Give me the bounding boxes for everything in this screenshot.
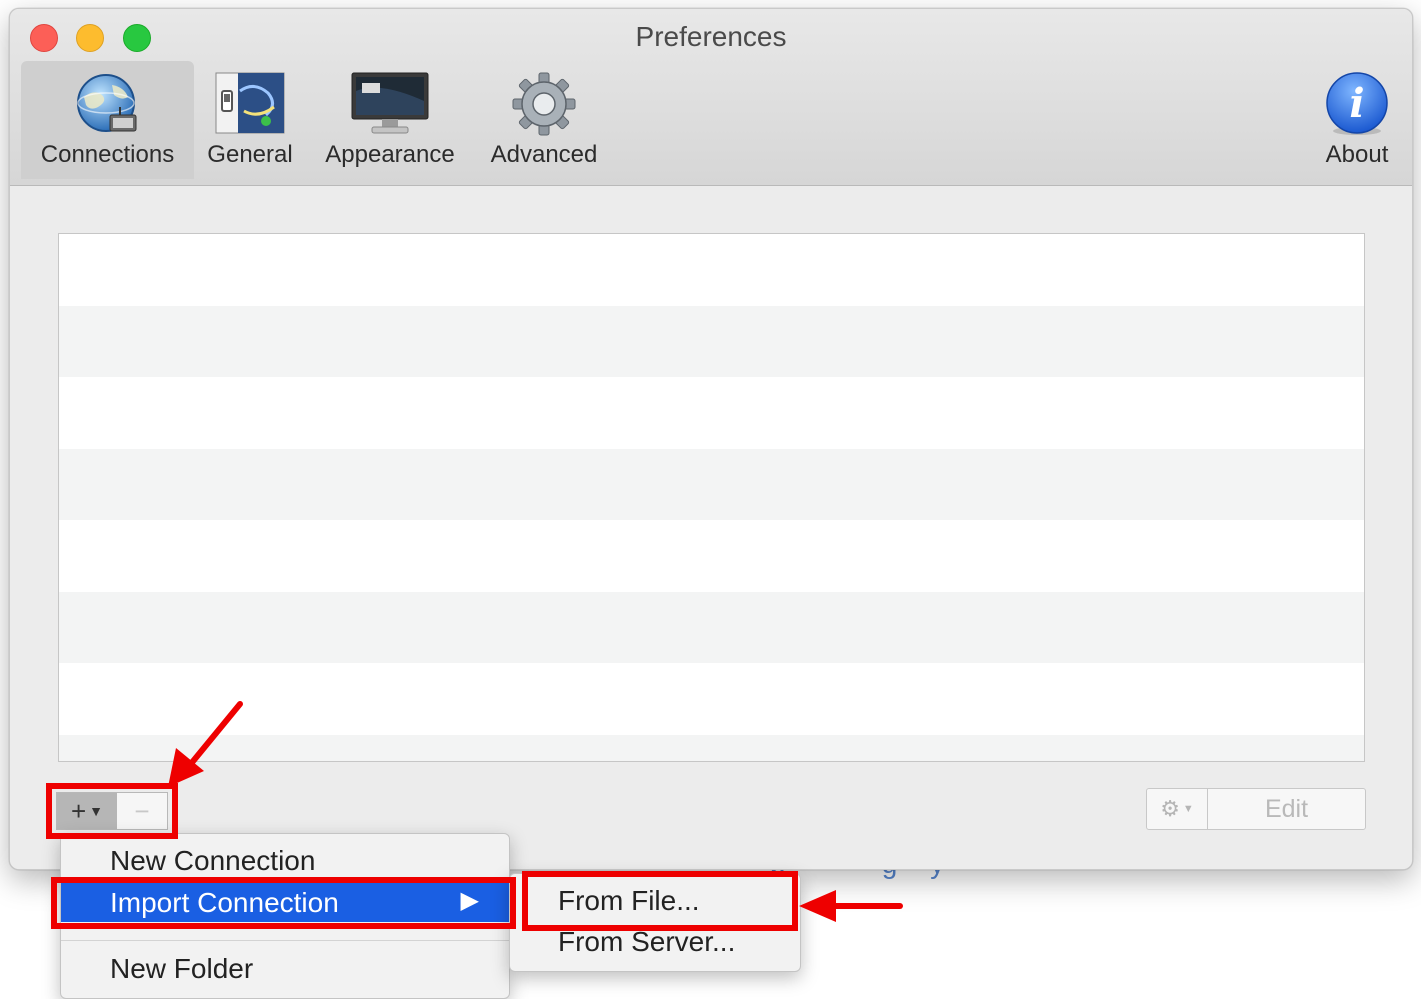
list-row[interactable] — [59, 591, 1364, 663]
edit-label: Edit — [1264, 794, 1309, 823]
switch-panel-icon — [214, 71, 286, 142]
window-title: Preferences — [635, 21, 787, 52]
chevron-down-icon: ▼ — [1182, 803, 1194, 815]
gear-icon: ⚙ — [1160, 796, 1180, 821]
globe-network-icon — [68, 71, 148, 144]
list-row[interactable] — [59, 234, 1364, 306]
tab-advanced[interactable]: Advanced — [480, 61, 608, 179]
annotation-box-add-button — [46, 783, 178, 839]
tab-about[interactable]: i About — [1312, 61, 1402, 179]
list-row[interactable] — [59, 663, 1364, 735]
monitor-icon — [350, 71, 430, 144]
menu-item-new-folder[interactable]: New Folder — [61, 948, 509, 988]
tab-appearance-label: Appearance — [325, 141, 455, 168]
annotation-box-import-connection — [51, 877, 516, 929]
tab-appearance[interactable]: Appearance — [311, 61, 469, 179]
list-row[interactable] — [59, 520, 1364, 592]
annotation-box-from-file — [522, 871, 798, 931]
menu-item-label: New Connection — [110, 845, 316, 876]
list-row[interactable] — [59, 448, 1364, 520]
svg-text:i: i — [1349, 80, 1364, 127]
menu-item-new-connection[interactable]: New Connection — [61, 840, 509, 880]
list-row[interactable] — [59, 377, 1364, 449]
info-icon: i — [1323, 71, 1391, 144]
edit-button[interactable]: Edit — [1208, 789, 1365, 829]
tab-general[interactable]: General — [201, 61, 299, 179]
gear-icon — [509, 71, 579, 144]
action-gear-button[interactable]: ⚙ ▼ — [1147, 789, 1208, 829]
menu-separator — [61, 940, 509, 941]
tab-general-label: General — [207, 141, 293, 168]
connections-pane: + ▼ − ⚙ ▼ Edit — [10, 186, 1412, 869]
action-controls: ⚙ ▼ Edit — [1146, 788, 1366, 830]
arrowhead-icon — [799, 890, 836, 922]
preferences-window: Preferences Connections General Appearan… — [9, 8, 1413, 870]
menu-item-label: New Folder — [110, 953, 254, 984]
titlebar: Preferences Connections General Appearan… — [10, 9, 1412, 186]
tab-advanced-label: Advanced — [490, 141, 598, 168]
connections-list[interactable] — [58, 233, 1365, 762]
list-row[interactable] — [59, 305, 1364, 377]
tab-connections[interactable]: Connections — [21, 61, 194, 179]
list-row[interactable] — [59, 734, 1364, 761]
tab-about-label: About — [1325, 141, 1389, 168]
tab-connections-label: Connections — [40, 141, 175, 168]
